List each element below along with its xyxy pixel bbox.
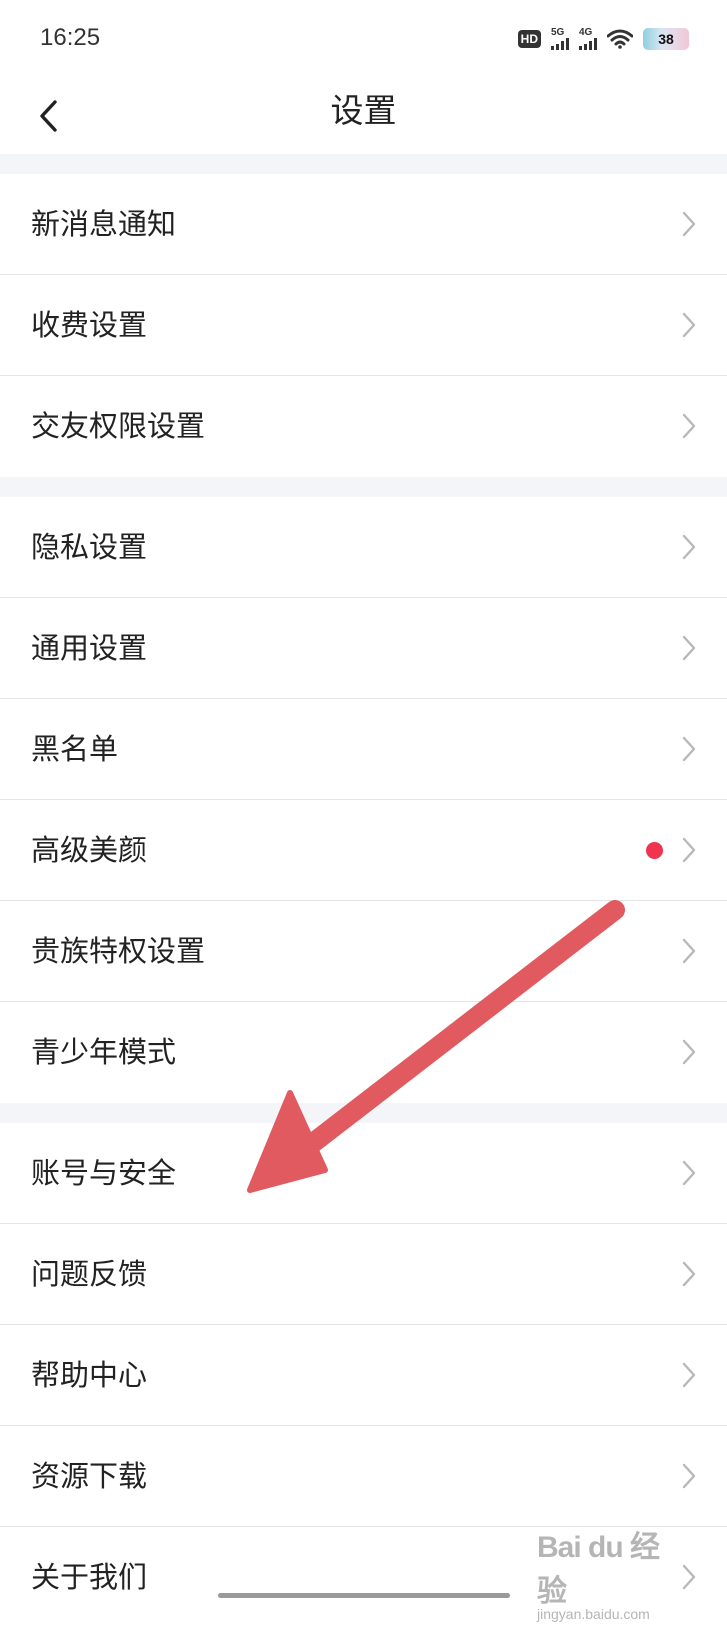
settings-item-label: 新消息通知 [31, 207, 177, 241]
settings-list: 新消息通知 收费设置 交友权限设置 隐私设置 通用设置 黑名单 高级美颜 贵族特… [0, 154, 727, 1628]
status-icons: HD 5G 4G 38 [517, 26, 689, 52]
battery-level: 38 [658, 31, 674, 47]
wifi-icon [607, 29, 633, 49]
settings-item-resource-download[interactable]: 资源下载 [0, 1426, 727, 1527]
settings-item-privacy[interactable]: 隐私设置 [0, 497, 727, 598]
settings-item-help-center[interactable]: 帮助中心 [0, 1325, 727, 1426]
settings-item-feedback[interactable]: 问题反馈 [0, 1224, 727, 1325]
settings-item-label: 通用设置 [31, 631, 148, 665]
settings-item-label: 收费设置 [31, 308, 148, 342]
settings-item-label: 黑名单 [31, 732, 119, 766]
settings-group-2: 隐私设置 通用设置 黑名单 高级美颜 贵族特权设置 青少年模式 [0, 497, 727, 1103]
group-divider [0, 1103, 727, 1123]
settings-item-account-security[interactable]: 账号与安全 [0, 1123, 727, 1224]
settings-item-label: 关于我们 [31, 1560, 148, 1594]
sim1-signal-icon: 5G [551, 28, 569, 50]
settings-item-label: 隐私设置 [31, 530, 148, 564]
settings-item-friend-permission[interactable]: 交友权限设置 [0, 376, 727, 477]
settings-item-blacklist[interactable]: 黑名单 [0, 699, 727, 800]
status-time: 16:25 [40, 24, 101, 51]
nav-bar: 设置 [0, 78, 727, 154]
chevron-right-icon [682, 1039, 696, 1065]
back-button[interactable] [22, 90, 74, 142]
page-title: 设置 [330, 91, 397, 130]
chevron-right-icon [682, 1362, 696, 1388]
settings-item-label: 青少年模式 [31, 1035, 177, 1069]
new-badge-dot [646, 842, 663, 859]
chevron-right-icon [682, 635, 696, 661]
settings-item-new-message-notification[interactable]: 新消息通知 [0, 174, 727, 275]
settings-group-3: 账号与安全 问题反馈 帮助中心 资源下载 关于我们 [0, 1123, 727, 1628]
settings-item-label: 高级美颜 [31, 833, 148, 867]
group-divider [0, 154, 727, 174]
settings-item-label: 帮助中心 [31, 1358, 148, 1392]
chevron-right-icon [682, 1564, 696, 1590]
settings-item-label: 账号与安全 [31, 1156, 177, 1190]
chevron-right-icon [682, 312, 696, 338]
chevron-right-icon [682, 1261, 696, 1287]
home-indicator[interactable] [218, 1593, 510, 1598]
chevron-right-icon [682, 837, 696, 863]
sim2-signal-icon: 4G [579, 28, 597, 50]
settings-item-label: 问题反馈 [31, 1257, 148, 1291]
chevron-right-icon [682, 736, 696, 762]
group-divider [0, 477, 727, 497]
chevron-right-icon [682, 1160, 696, 1186]
settings-item-label: 贵族特权设置 [31, 934, 206, 968]
settings-item-advanced-beauty[interactable]: 高级美颜 [0, 800, 727, 901]
chevron-left-icon [40, 100, 57, 132]
settings-item-general[interactable]: 通用设置 [0, 598, 727, 699]
settings-item-charge-settings[interactable]: 收费设置 [0, 275, 727, 376]
status-bar: 16:25 HD 5G 4G 38 [0, 0, 727, 78]
battery-icon: 38 [643, 28, 689, 50]
settings-group-1: 新消息通知 收费设置 交友权限设置 [0, 174, 727, 477]
settings-item-label: 交友权限设置 [31, 409, 206, 443]
chevron-right-icon [682, 938, 696, 964]
chevron-right-icon [682, 1463, 696, 1489]
settings-item-noble-privileges[interactable]: 贵族特权设置 [0, 901, 727, 1002]
settings-item-teen-mode[interactable]: 青少年模式 [0, 1002, 727, 1103]
chevron-right-icon [682, 413, 696, 439]
chevron-right-icon [682, 211, 696, 237]
settings-item-about-us[interactable]: 关于我们 [0, 1527, 727, 1628]
hd-icon: HD [517, 30, 541, 48]
sim1-network-label: 5G [551, 27, 565, 38]
chevron-right-icon [682, 534, 696, 560]
settings-item-label: 资源下载 [31, 1459, 148, 1493]
sim2-network-label: 4G [579, 27, 593, 38]
